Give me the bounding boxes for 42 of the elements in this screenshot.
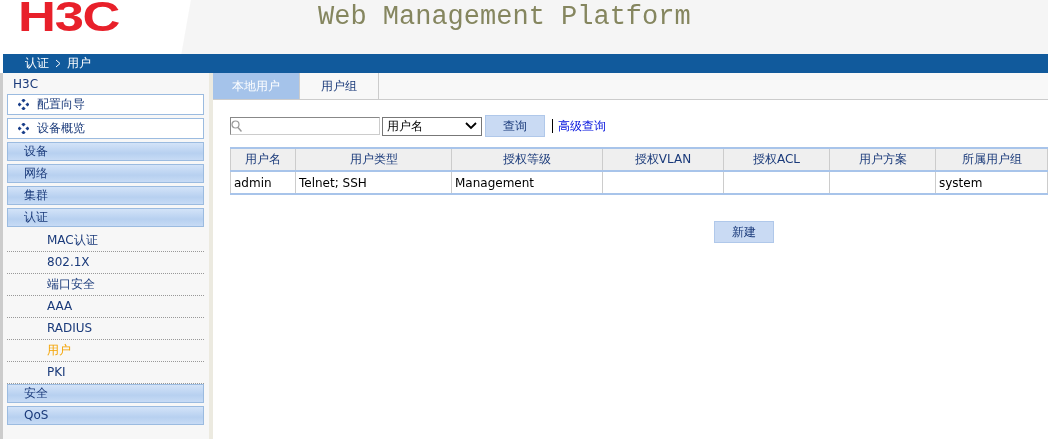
column-header: 用户名: [230, 148, 296, 171]
sidebar-subitem[interactable]: MAC认证: [7, 230, 204, 252]
sidebar-item-label: 配置向导: [37, 96, 85, 113]
column-header: 所属用户组: [935, 148, 1048, 171]
sidebar-item-label: 设备概览: [37, 120, 85, 137]
diamond-icon: [18, 123, 29, 134]
tab[interactable]: 用户组: [300, 73, 379, 99]
sidebar-subitem[interactable]: 802.1X: [7, 252, 204, 274]
logo: H3C: [18, 0, 120, 34]
advanced-query-link[interactable]: 高级查询: [558, 117, 606, 135]
column-header: 用户方案: [829, 148, 936, 171]
search-field[interactable]: [230, 117, 380, 135]
sidebar-item[interactable]: 配置向导: [7, 94, 204, 115]
sidebar-category[interactable]: 设备: [7, 142, 204, 161]
search-icon: [231, 120, 242, 132]
sidebar-subitem[interactable]: RADIUS: [7, 318, 204, 340]
page-title: Web Management Platform: [318, 2, 691, 32]
column-header: 用户类型: [295, 148, 452, 171]
column-header: 授权等级: [451, 148, 603, 171]
table-cell: admin: [234, 175, 272, 190]
sidebar-category[interactable]: 集群: [7, 186, 204, 205]
sidebar-item[interactable]: 设备概览: [7, 118, 204, 139]
chevron-icon: [55, 59, 61, 68]
column-header: 授权VLAN: [602, 148, 724, 171]
diamond-icon: [18, 99, 29, 110]
new-button[interactable]: 新建: [714, 221, 774, 243]
sidebar-category[interactable]: QoS: [7, 406, 204, 425]
table-cell: Telnet; SSH: [299, 175, 367, 190]
sidebar-subitem[interactable]: 端口安全: [7, 274, 204, 296]
sidebar-category[interactable]: 网络: [7, 164, 204, 183]
breadcrumb-item[interactable]: 认证: [25, 55, 49, 72]
column-header: 授权ACL: [723, 148, 830, 171]
sidebar-title: H3C: [12, 76, 40, 93]
sidebar-category[interactable]: 安全: [7, 384, 204, 403]
breadcrumb-item[interactable]: 用户: [67, 55, 91, 72]
table-cell: system: [939, 175, 983, 190]
field-select[interactable]: 用户名: [382, 116, 482, 136]
sidebar-subitem[interactable]: AAA: [7, 296, 204, 318]
sidebar-category[interactable]: 认证: [7, 208, 204, 227]
table-cell: Management: [455, 175, 535, 190]
query-button[interactable]: 查询: [485, 115, 545, 137]
chevron-icon: [465, 122, 477, 130]
